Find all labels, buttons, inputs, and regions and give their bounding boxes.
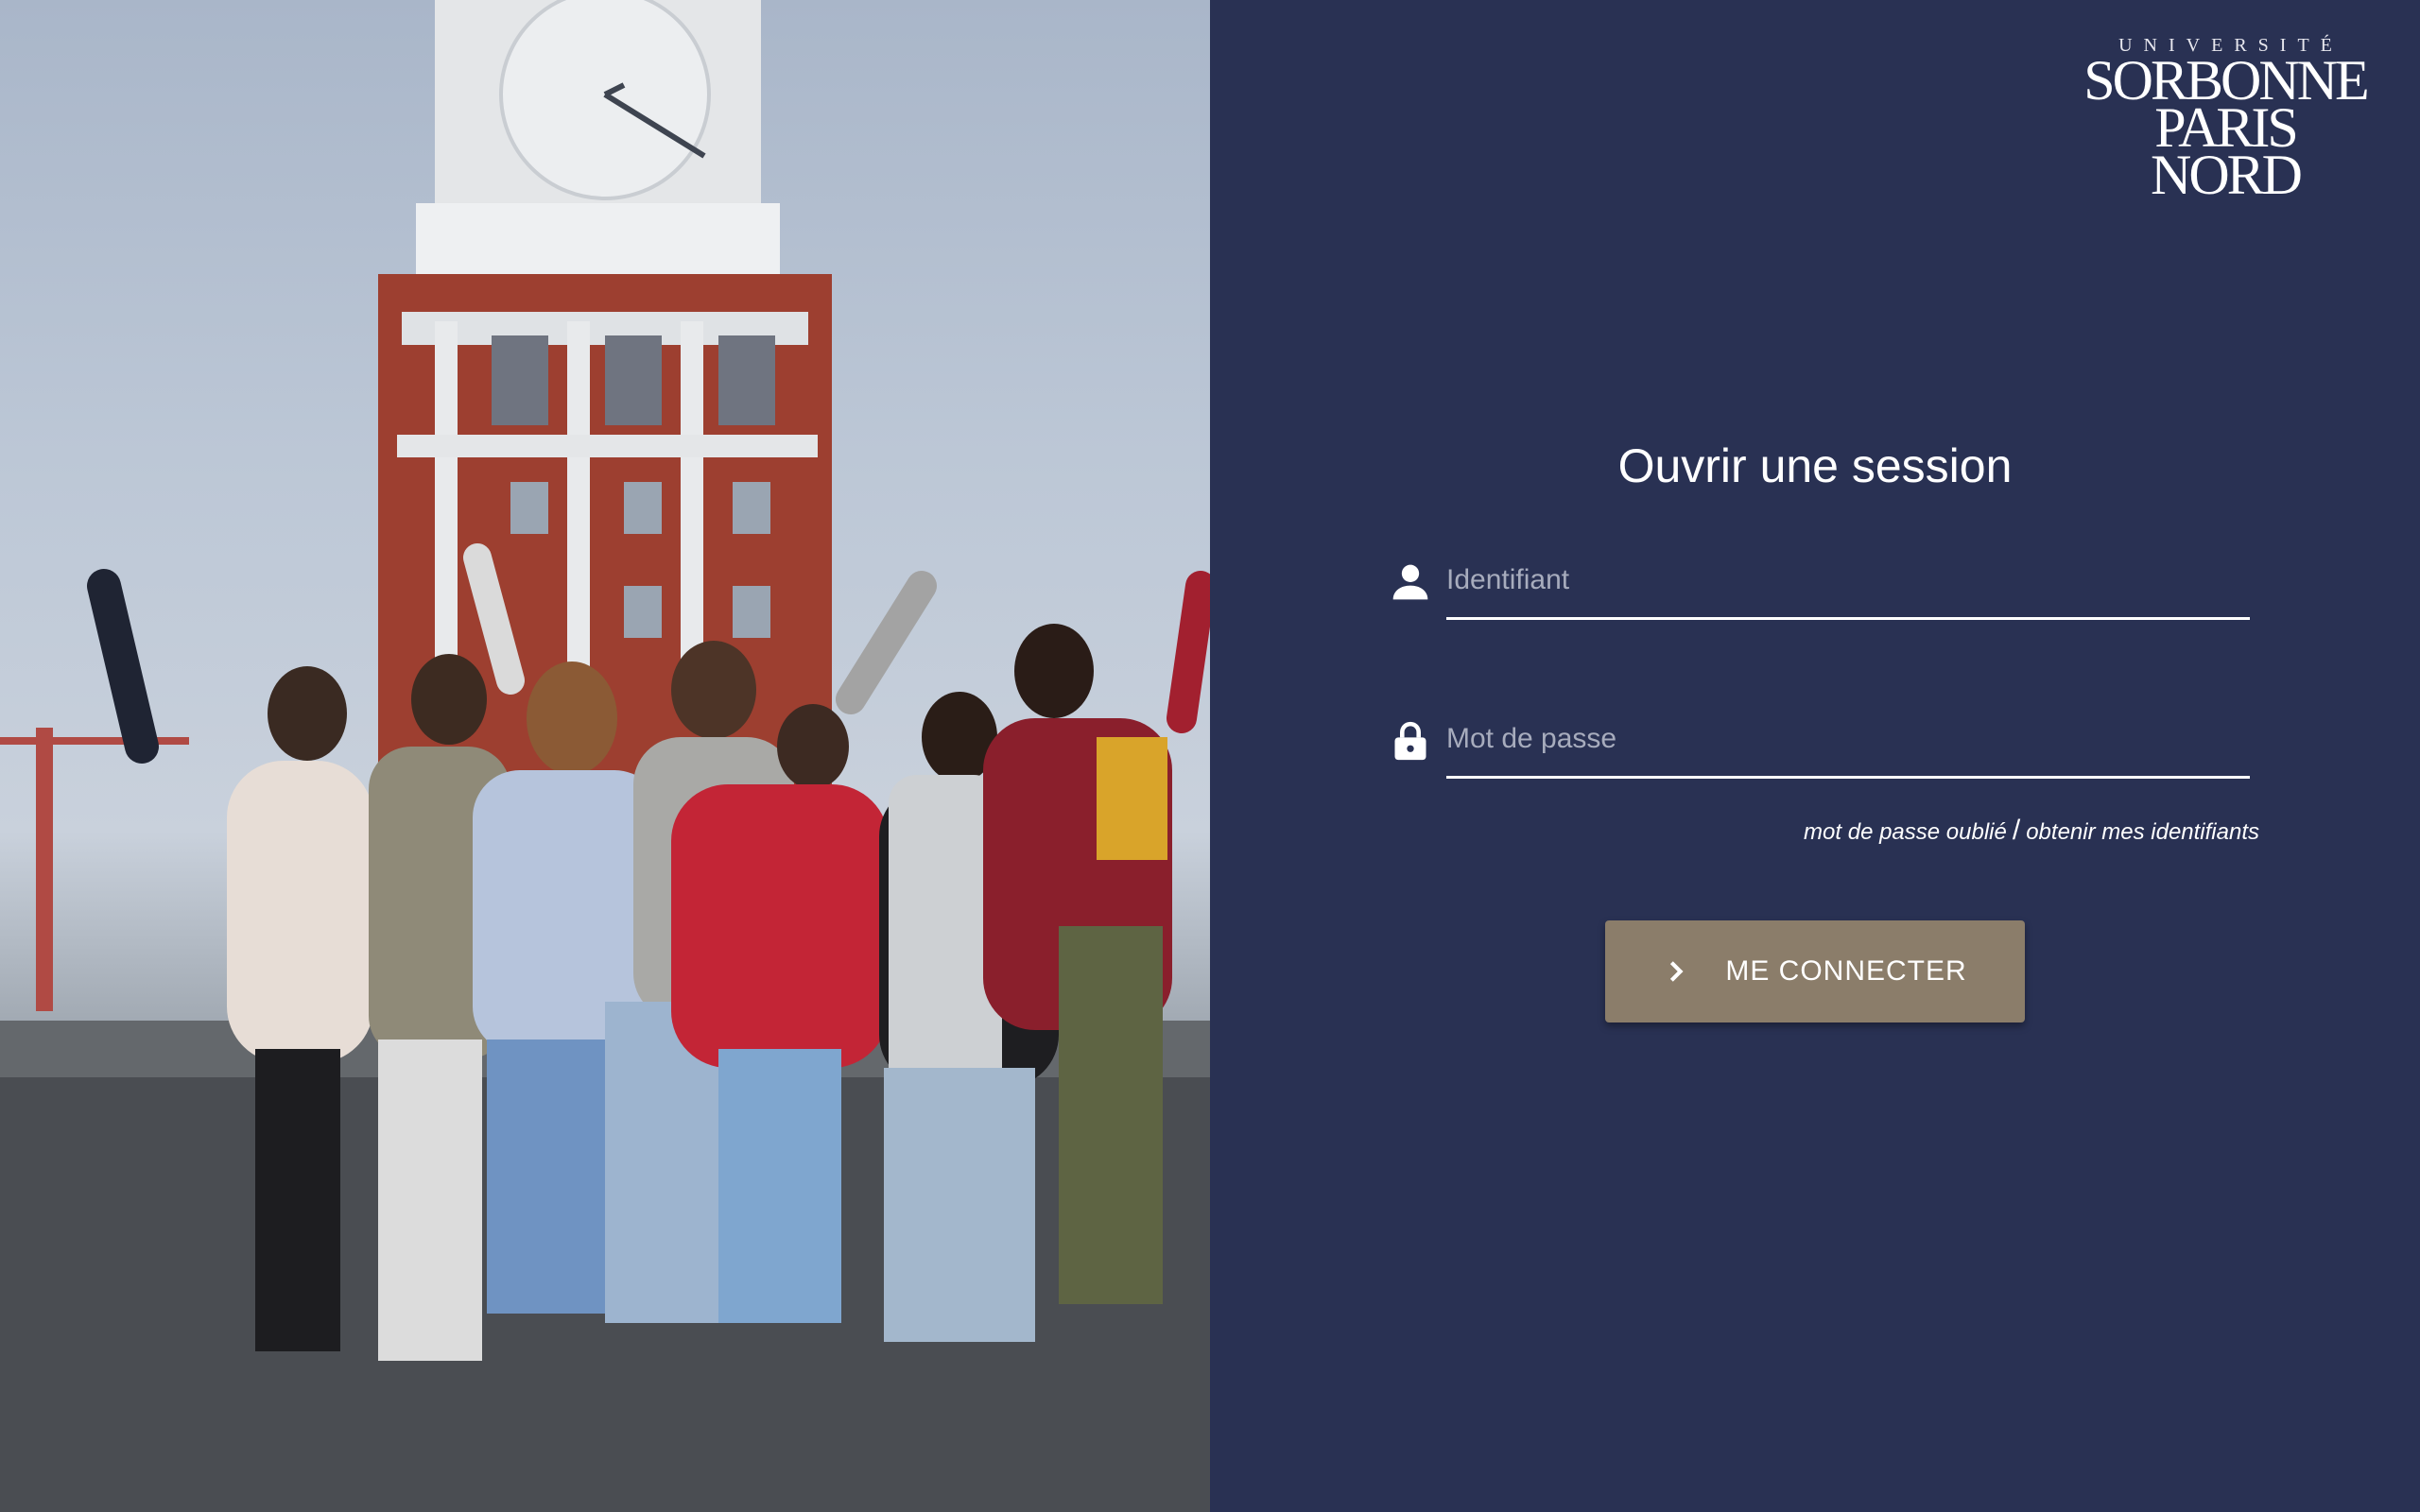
background-photo [0,0,1210,1512]
login-button[interactable]: ME CONNECTER [1605,920,2025,1022]
lock-icon [1394,721,1426,761]
username-input[interactable] [1446,548,2250,620]
forgot-password-link[interactable]: mot de passe oublié [1804,819,2007,845]
login-panel: UNIVERSITÉ SORBONNE PARIS NORD Ouvrir un… [1210,0,2420,1512]
username-field [1390,548,2259,624]
campus-photo-illustration [0,0,1210,1512]
login-button-label: ME CONNECTER [1725,955,1967,987]
user-icon [1392,564,1428,600]
chevron-right-icon [1670,961,1684,982]
password-input[interactable] [1446,707,2250,779]
logo-line-2: PARIS NORD [2150,96,2303,206]
get-credentials-link[interactable]: obtenir mes identifiants [2026,819,2259,845]
password-field [1390,707,2259,782]
link-separator: / [2012,815,2021,846]
university-logo[interactable]: UNIVERSITÉ SORBONNE PARIS NORD [2083,34,2369,206]
help-links: mot de passe oublié / obtenir mes identifi… [1804,815,2259,847]
page-title: Ouvrir une session [1617,439,2013,492]
